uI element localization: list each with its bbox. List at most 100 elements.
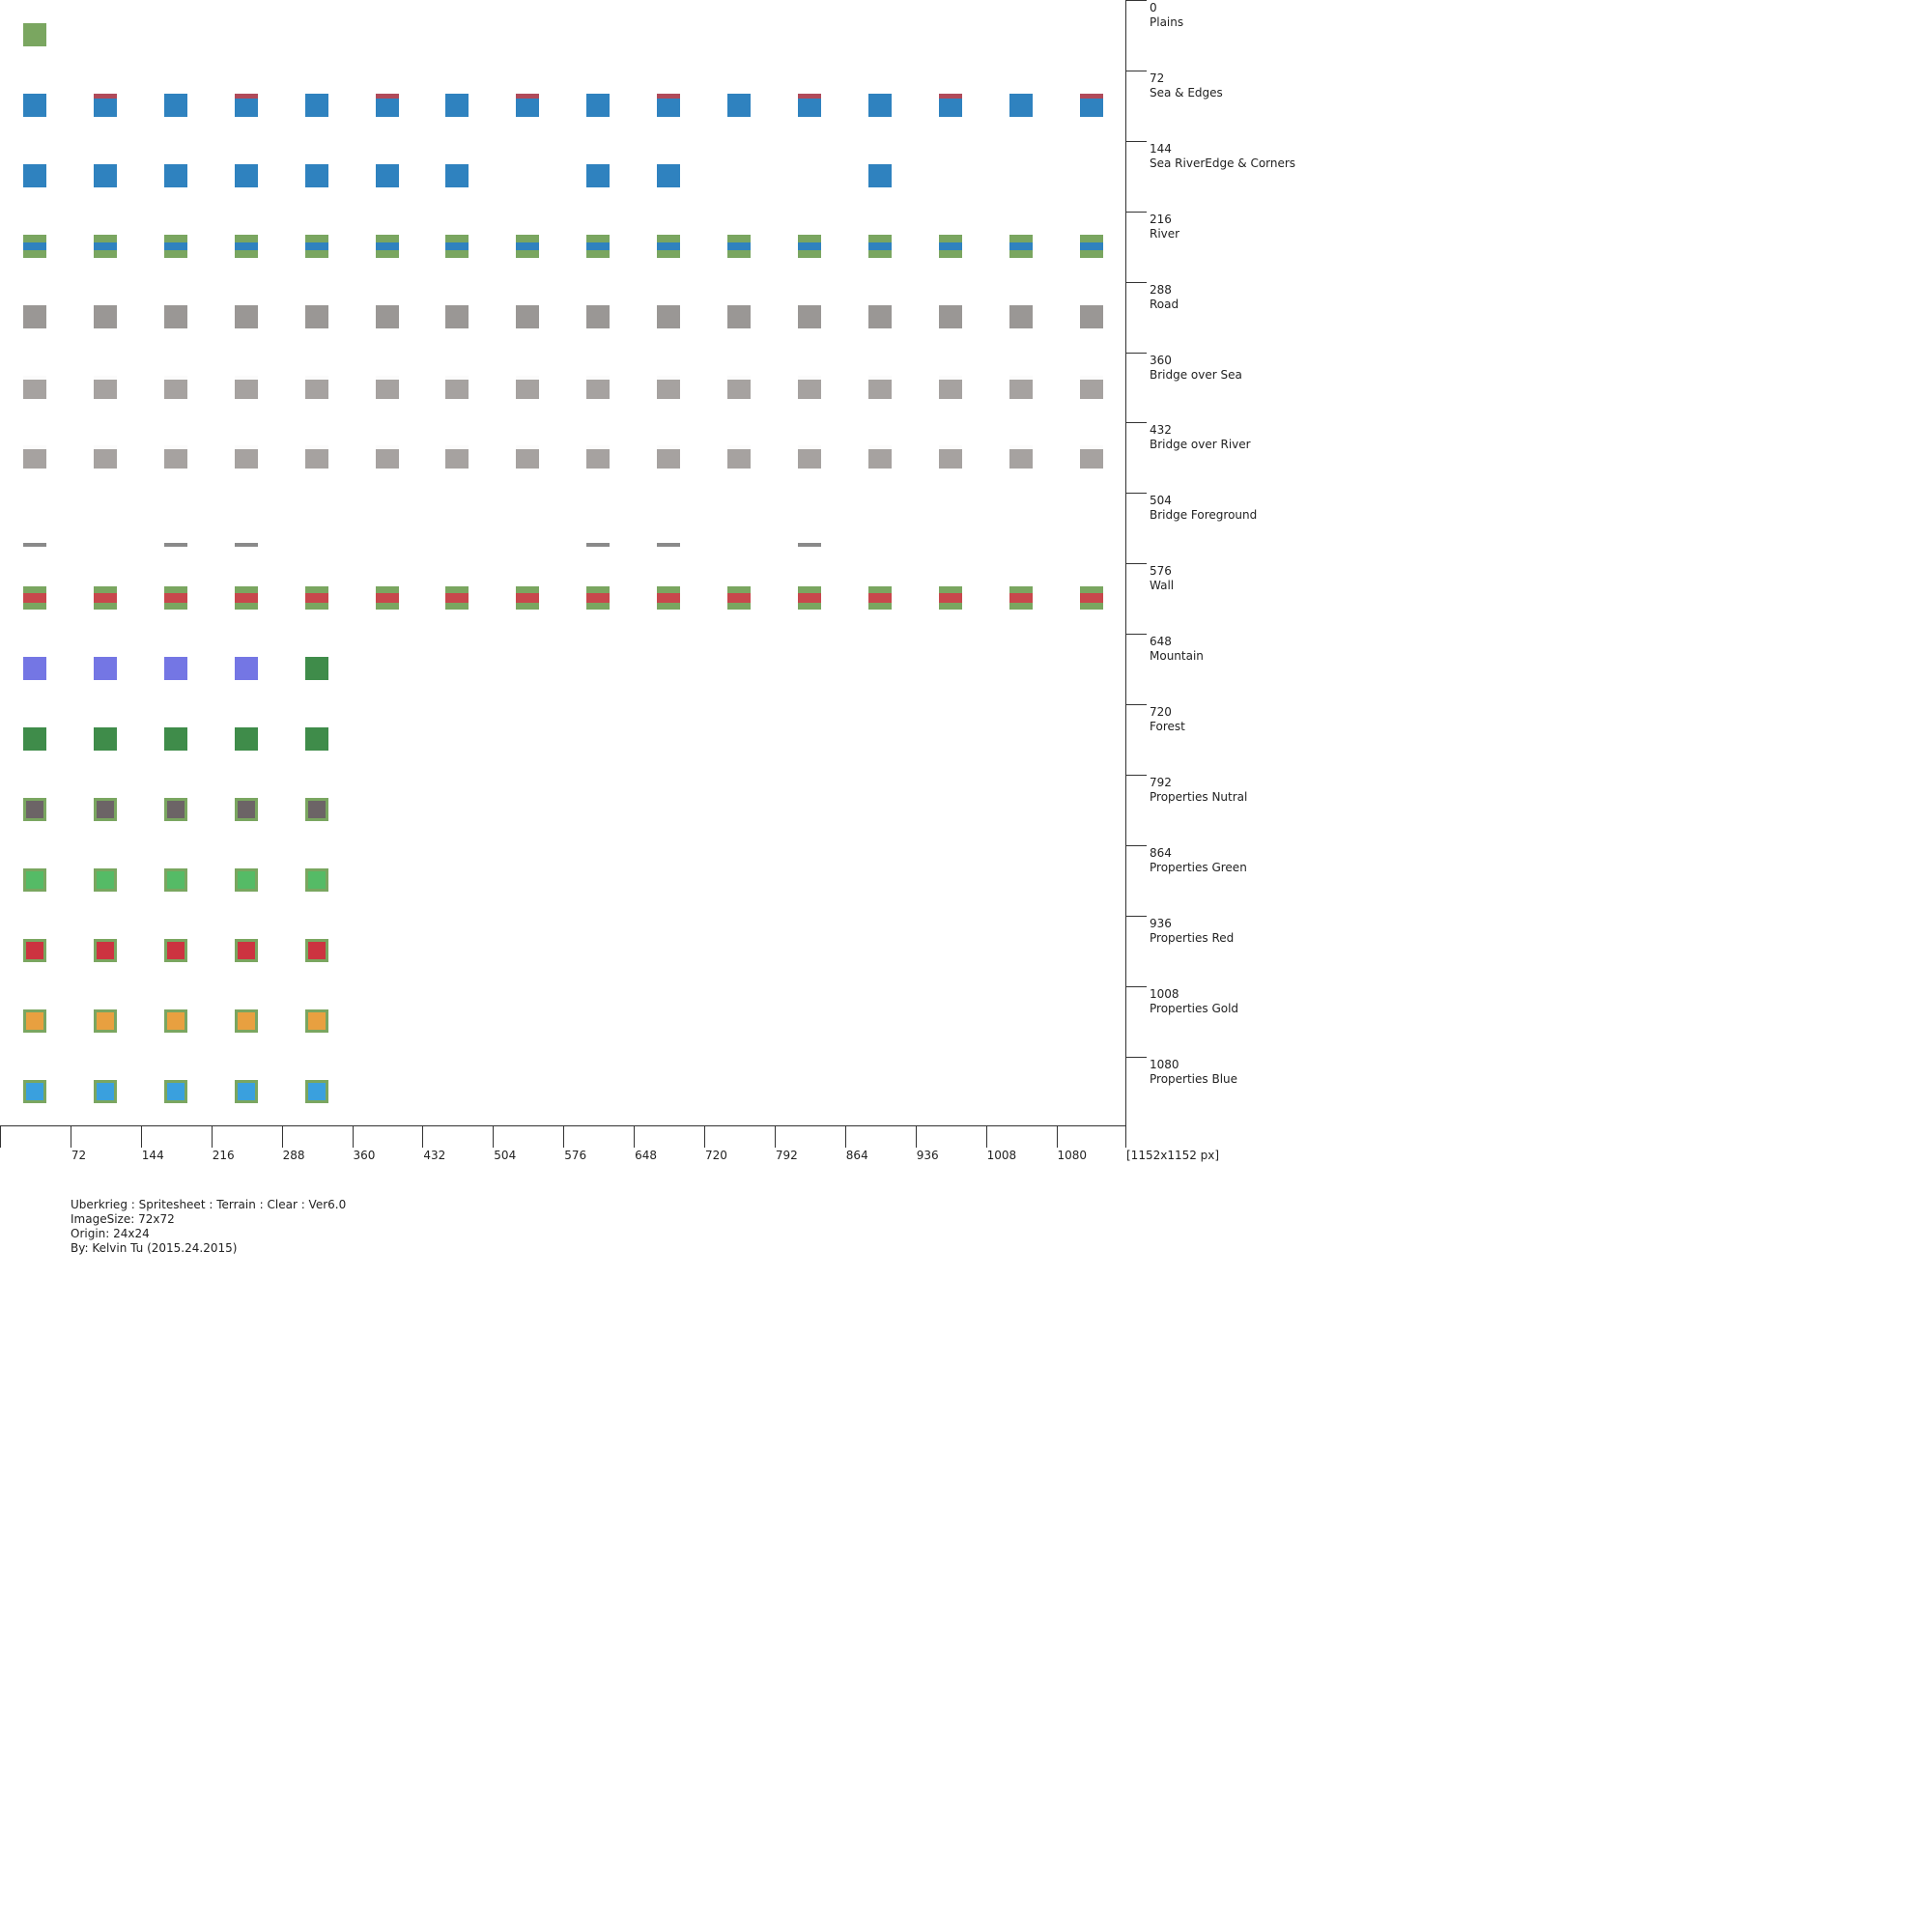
sprite-tile	[445, 163, 469, 187]
sprite-tile	[234, 93, 258, 117]
sprite-tile	[727, 375, 751, 399]
row-offset: 432	[1150, 423, 1172, 438]
column-tick	[844, 1126, 846, 1148]
row-label: 504 Bridge Foreground	[1150, 494, 1257, 523]
sprite-tile	[938, 375, 962, 399]
sprite-tile	[304, 375, 328, 399]
sprite-tile	[586, 543, 611, 548]
sprite-tile	[445, 375, 469, 399]
sprite-tile	[1079, 586, 1103, 611]
sprite-tile	[23, 657, 46, 681]
sprite-tile	[163, 867, 187, 892]
column-tick	[281, 1126, 283, 1148]
row-tick	[1125, 563, 1147, 565]
row-tick	[1125, 634, 1147, 636]
column-label: 648	[635, 1149, 657, 1162]
sprite-tile	[23, 445, 46, 469]
sprite-tile	[586, 304, 611, 328]
sprite-tile	[727, 93, 751, 117]
row-tick	[1125, 422, 1147, 424]
sprite-tile	[727, 234, 751, 258]
sprite-tile	[93, 375, 117, 399]
sprite-tile	[797, 375, 821, 399]
row-name: Properties Green	[1150, 860, 1247, 874]
sprite-tile	[163, 657, 187, 681]
row-offset: 576	[1150, 564, 1172, 579]
sprite-tile	[304, 727, 328, 751]
sprite-tile	[23, 234, 46, 258]
column-label: 720	[705, 1149, 727, 1162]
row-label: 216 River	[1150, 213, 1179, 242]
sprite-tile	[657, 234, 681, 258]
sprite-tile	[23, 1009, 46, 1033]
sprite-tile	[163, 1079, 187, 1103]
column-tick	[563, 1126, 565, 1148]
row-name: Bridge Foreground	[1150, 508, 1258, 523]
row-offset: 1008	[1150, 986, 1179, 1001]
sprite-tile	[586, 93, 611, 117]
column-tick	[352, 1126, 354, 1148]
row-label: 144 Sea RiverEdge & Corners	[1150, 142, 1295, 171]
sprite-tile	[23, 938, 46, 962]
sprite-tile	[727, 586, 751, 611]
sprite-tile	[163, 375, 187, 399]
column-tick	[1125, 1126, 1126, 1148]
sprite-tile	[23, 797, 46, 821]
row-tick	[1125, 0, 1147, 1]
row-label: 0 Plains	[1150, 1, 1183, 30]
sprite-tile	[445, 234, 469, 258]
sprite-tile	[1079, 375, 1103, 399]
sprite-tile	[867, 234, 892, 258]
sprite-tile	[938, 445, 962, 469]
row-label: 72 Sea & Edges	[1150, 71, 1223, 100]
sprite-tile	[375, 304, 399, 328]
sprite-tile	[304, 938, 328, 962]
sprite-tile	[93, 727, 117, 751]
row-tick	[1125, 281, 1147, 283]
sprite-tile	[867, 93, 892, 117]
row-label: 432 Bridge over River	[1150, 423, 1251, 452]
sprite-tile	[23, 23, 46, 46]
sprite-tile	[375, 93, 399, 117]
sprite-tile	[516, 375, 540, 399]
column-tick	[140, 1126, 142, 1148]
sprite-tile	[445, 93, 469, 117]
sprite-tile	[516, 586, 540, 611]
row-offset: 864	[1150, 845, 1172, 860]
sprite-tile	[445, 586, 469, 611]
row-name: Road	[1150, 297, 1179, 311]
sprite-tile	[304, 797, 328, 821]
column-tick	[493, 1126, 495, 1148]
sprite-tile	[657, 93, 681, 117]
row-label: 576 Wall	[1150, 564, 1174, 593]
sprite-tile	[93, 163, 117, 187]
credits-image-size: ImageSize: 72x72	[71, 1212, 175, 1226]
sprite-tile	[234, 938, 258, 962]
sprite-tile	[163, 727, 187, 751]
row-offset: 936	[1150, 916, 1172, 930]
sprite-tile	[304, 93, 328, 117]
column-label: 1008	[986, 1149, 1017, 1162]
sprite-tile	[657, 375, 681, 399]
sprite-tile	[304, 657, 328, 681]
sprite-tile	[867, 163, 892, 187]
credits-title: Uberkrieg : Spritesheet : Terrain : Clea…	[71, 1198, 347, 1211]
column-label: 792	[775, 1149, 798, 1162]
sprite-tile	[586, 234, 611, 258]
row-name: Properties Red	[1150, 930, 1235, 945]
row-name: River	[1150, 226, 1180, 241]
sprite-tile	[797, 93, 821, 117]
sprite-tile	[23, 375, 46, 399]
sprite-tile	[163, 93, 187, 117]
sprite-tile	[867, 586, 892, 611]
sprite-tile	[445, 304, 469, 328]
sprite-tile	[93, 938, 117, 962]
sprite-tile	[1079, 234, 1103, 258]
credits-author: By: Kelvin Tu (2015.24.2015)	[71, 1241, 238, 1255]
sprite-tile	[797, 445, 821, 469]
row-name: Bridge over River	[1150, 438, 1251, 452]
row-name: Sea RiverEdge & Corners	[1150, 156, 1296, 170]
sprite-tile	[1009, 586, 1033, 611]
column-label: 936	[916, 1149, 939, 1162]
sprite-tile	[234, 797, 258, 821]
